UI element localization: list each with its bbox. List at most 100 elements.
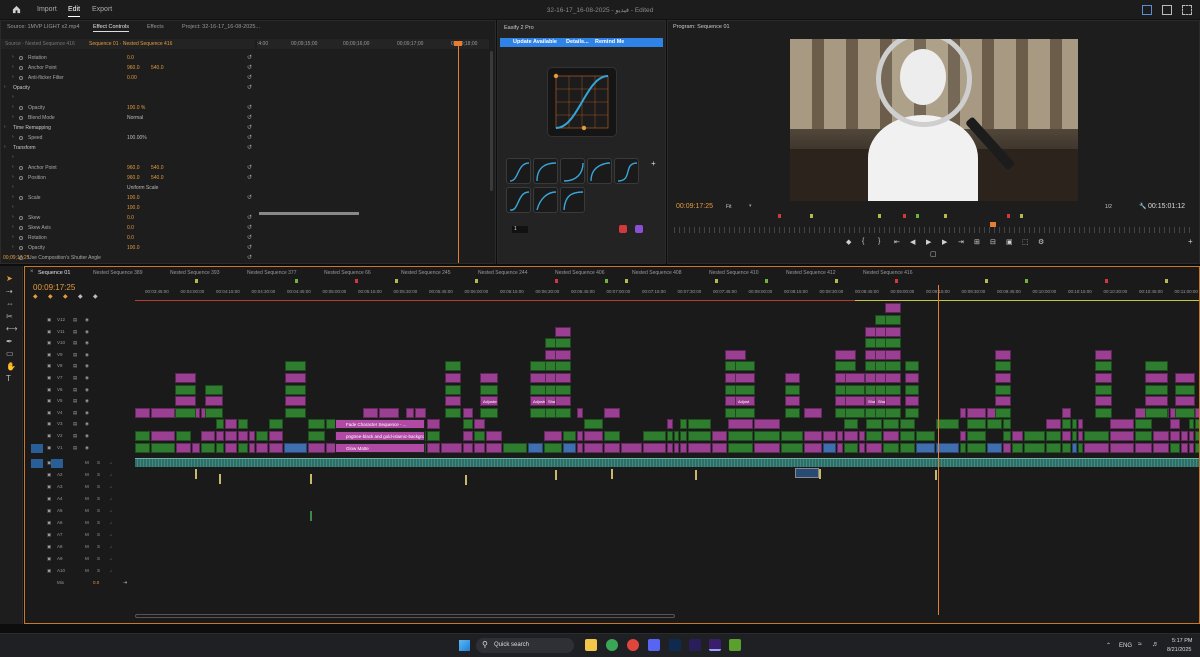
effect-row[interactable]: › bbox=[1, 153, 255, 163]
lock-icon[interactable]: ▣ bbox=[47, 329, 51, 335]
video-clip[interactable] bbox=[269, 431, 283, 441]
stopwatch-icon[interactable] bbox=[19, 236, 23, 240]
in-point-icon[interactable]: { bbox=[862, 238, 864, 245]
video-clip[interactable] bbox=[905, 384, 919, 395]
video-clip[interactable] bbox=[845, 384, 865, 395]
video-clip[interactable] bbox=[1175, 407, 1195, 418]
video-clip[interactable] bbox=[1003, 431, 1011, 441]
video-clip[interactable] bbox=[735, 373, 755, 383]
video-clip[interactable] bbox=[728, 442, 753, 453]
video-clip[interactable] bbox=[995, 396, 1011, 407]
sync-lock-icon[interactable]: ▤ bbox=[73, 387, 77, 393]
ease-preset-button[interactable] bbox=[533, 187, 558, 213]
audio-clip[interactable] bbox=[465, 475, 467, 485]
expand-chevron-icon[interactable]: › bbox=[4, 144, 6, 150]
lock-icon[interactable]: ▣ bbox=[47, 544, 51, 550]
video-clip[interactable] bbox=[1078, 419, 1083, 430]
effect-row[interactable]: › Opacity ↺ bbox=[1, 83, 255, 93]
video-clip[interactable] bbox=[238, 419, 248, 430]
audio-clip[interactable] bbox=[310, 474, 312, 484]
effect-row[interactable]: › Rotation 0.0 ↺ bbox=[1, 233, 255, 243]
video-clip[interactable] bbox=[643, 442, 666, 453]
video-clip[interactable] bbox=[967, 407, 986, 418]
lock-icon[interactable]: ▣ bbox=[47, 410, 51, 416]
video-clip[interactable] bbox=[900, 419, 915, 430]
windows-start-icon[interactable] bbox=[459, 640, 470, 651]
video-clip[interactable] bbox=[754, 419, 780, 430]
video-clip[interactable] bbox=[905, 407, 919, 418]
add-marker-icon[interactable]: ◆ bbox=[78, 293, 83, 300]
red-action-icon[interactable] bbox=[619, 225, 627, 233]
effect-row[interactable]: › 100.0 bbox=[1, 203, 255, 213]
video-clip[interactable]: Adjustm bbox=[480, 396, 498, 407]
video-clip[interactable] bbox=[837, 442, 843, 453]
video-clip[interactable] bbox=[725, 349, 746, 360]
video-clip[interactable] bbox=[960, 431, 966, 441]
video-clip[interactable] bbox=[308, 431, 325, 441]
video-clip[interactable] bbox=[445, 384, 461, 395]
video-clip[interactable] bbox=[427, 419, 440, 430]
video-clip[interactable]: pngtree-black and gold-islamic-backgrou bbox=[335, 431, 425, 441]
effect-row[interactable]: › Rotation 0.0 ↺ bbox=[1, 53, 255, 63]
video-clip[interactable] bbox=[192, 442, 200, 453]
video-track-header[interactable]: V11 ▣ ▤ ◉ bbox=[25, 327, 133, 338]
marker-icon[interactable]: ◆ bbox=[846, 238, 851, 246]
timeline-marker[interactable] bbox=[895, 279, 898, 283]
video-clip[interactable] bbox=[735, 361, 755, 372]
video-clip[interactable] bbox=[205, 384, 223, 395]
video-clip[interactable] bbox=[604, 407, 620, 418]
video-clip[interactable] bbox=[604, 431, 620, 441]
timeline-marker[interactable] bbox=[916, 214, 919, 218]
video-clip[interactable] bbox=[1145, 373, 1168, 383]
video-clip[interactable] bbox=[308, 419, 325, 430]
video-clip[interactable] bbox=[1095, 384, 1112, 395]
video-clip[interactable] bbox=[995, 361, 1011, 372]
video-clip[interactable] bbox=[885, 326, 901, 337]
mic-icon[interactable]: ♩ bbox=[110, 544, 115, 549]
video-clip[interactable] bbox=[885, 303, 901, 314]
audio-track-header[interactable]: A7 ▣ M S ♩ bbox=[25, 530, 133, 541]
video-clip[interactable] bbox=[1189, 431, 1194, 441]
details-link[interactable]: Details... bbox=[566, 39, 589, 45]
effect-row[interactable]: › Skew Axis 0.0 ↺ bbox=[1, 223, 255, 233]
effect-row[interactable]: › Anti-flicker Filter 0.00 ↺ bbox=[1, 73, 255, 83]
program-scrubber[interactable] bbox=[674, 227, 1194, 233]
mic-icon[interactable]: ♩ bbox=[110, 568, 115, 573]
expand-chevron-icon[interactable]: › bbox=[12, 174, 14, 180]
video-clip[interactable] bbox=[555, 373, 571, 383]
video-clip[interactable] bbox=[284, 442, 307, 453]
video-clip[interactable] bbox=[1189, 419, 1194, 430]
after-effects-icon[interactable] bbox=[689, 639, 701, 651]
video-clip[interactable] bbox=[1153, 431, 1169, 441]
video-clip[interactable] bbox=[225, 431, 237, 441]
video-clip[interactable] bbox=[175, 396, 196, 407]
video-clip[interactable] bbox=[987, 419, 1002, 430]
video-clip[interactable] bbox=[885, 407, 901, 418]
video-clip[interactable] bbox=[1189, 442, 1194, 453]
file-explorer-icon[interactable] bbox=[585, 639, 597, 651]
zoom-select[interactable]: Fit bbox=[726, 204, 732, 210]
video-clip[interactable]: Adjust bbox=[735, 396, 755, 407]
reset-icon[interactable]: ↺ bbox=[247, 84, 252, 91]
eye-icon[interactable]: ◉ bbox=[85, 387, 89, 393]
video-clip[interactable] bbox=[1181, 431, 1188, 441]
video-clip[interactable] bbox=[1135, 431, 1152, 441]
timeline-marker[interactable] bbox=[355, 279, 358, 283]
video-clip[interactable] bbox=[563, 431, 576, 441]
nested-sequence-tab[interactable]: Nested Sequence 66 bbox=[324, 270, 371, 276]
eye-icon[interactable]: ◉ bbox=[85, 421, 89, 427]
solo-button[interactable]: S bbox=[97, 484, 100, 489]
video-clip[interactable] bbox=[823, 431, 836, 441]
video-clip[interactable] bbox=[754, 431, 780, 441]
video-clip[interactable] bbox=[936, 419, 959, 430]
timeline-marker[interactable] bbox=[295, 279, 298, 283]
video-clip[interactable] bbox=[885, 384, 901, 395]
video-clip[interactable] bbox=[604, 442, 620, 453]
lock-icon[interactable]: ▣ bbox=[47, 433, 51, 439]
timeline-marker[interactable] bbox=[1020, 214, 1023, 218]
nested-sequence-tab[interactable]: Nested Sequence 416 bbox=[863, 270, 912, 276]
video-clip[interactable] bbox=[474, 419, 485, 430]
video-clip[interactable] bbox=[1135, 442, 1152, 453]
mute-button[interactable]: M bbox=[85, 508, 89, 513]
video-clip[interactable] bbox=[555, 361, 571, 372]
